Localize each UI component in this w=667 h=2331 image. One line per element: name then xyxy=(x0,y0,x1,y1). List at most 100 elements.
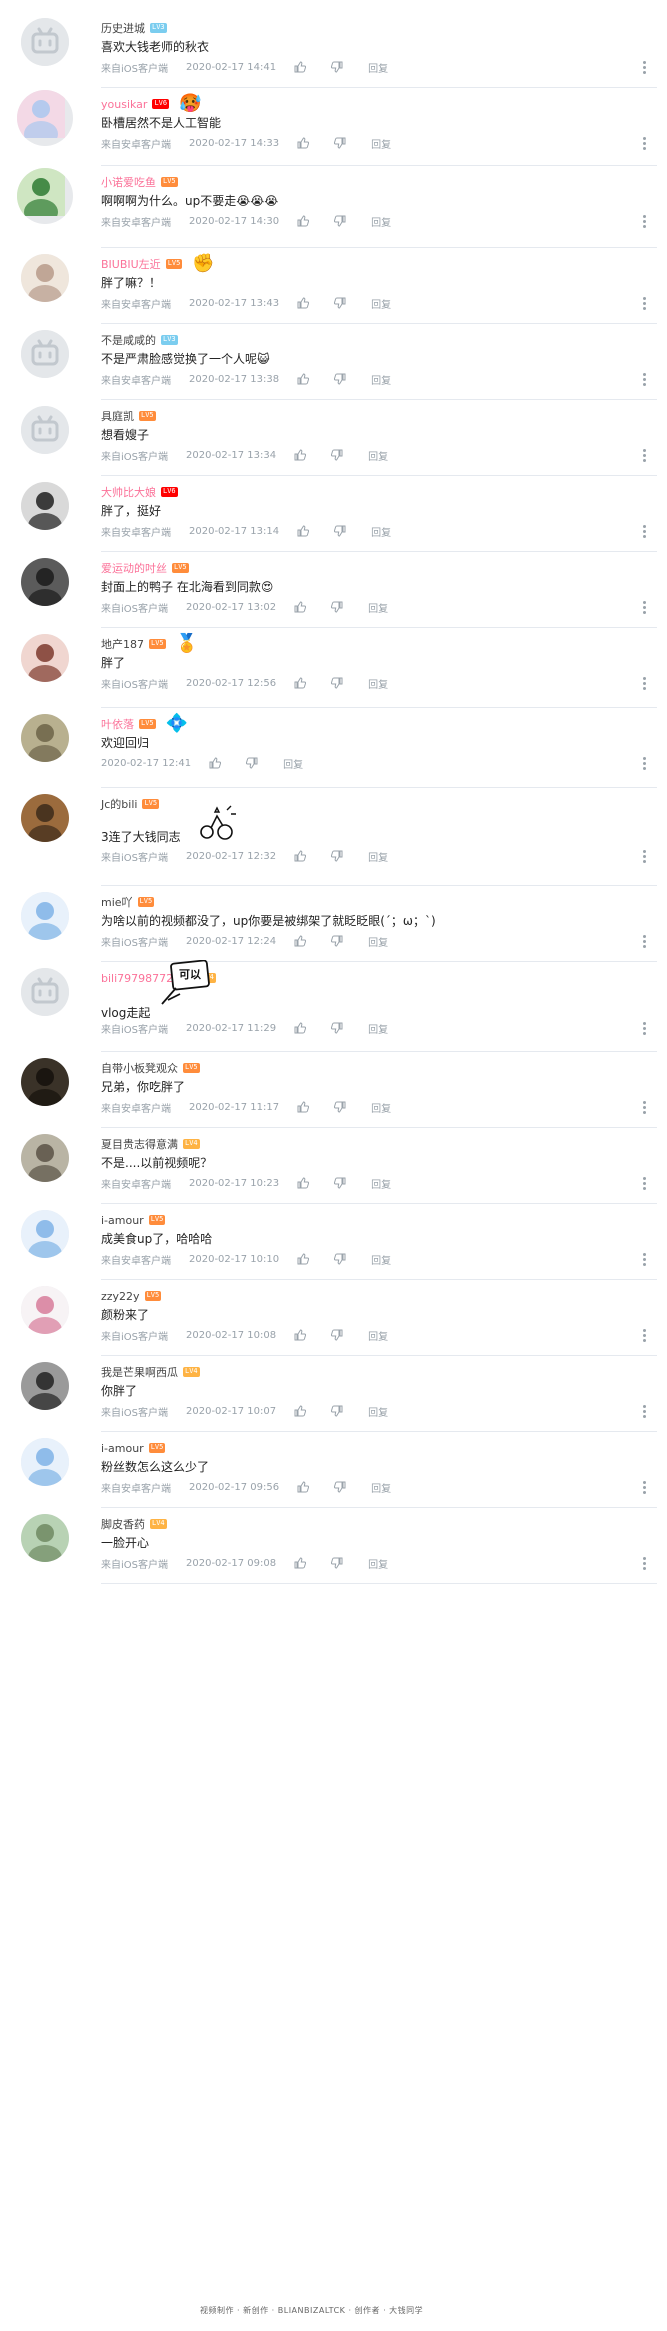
reply-button[interactable]: 回复 xyxy=(368,1404,388,1419)
dislike-button[interactable] xyxy=(331,1557,343,1569)
reply-button[interactable]: 回复 xyxy=(368,1556,388,1571)
like-button[interactable] xyxy=(297,1253,310,1265)
like-button[interactable] xyxy=(294,677,307,689)
more-options-icon[interactable] xyxy=(641,1556,647,1572)
user-avatar[interactable] xyxy=(21,1134,69,1182)
like-button[interactable] xyxy=(297,525,310,537)
reply-button[interactable]: 回复 xyxy=(368,1328,388,1343)
dislike-button[interactable] xyxy=(331,1022,343,1034)
user-avatar[interactable] xyxy=(21,1058,69,1106)
like-button[interactable] xyxy=(294,1557,307,1569)
dislike-button[interactable] xyxy=(331,1405,343,1417)
like-button[interactable] xyxy=(297,215,310,227)
reply-button[interactable]: 回复 xyxy=(368,1021,388,1036)
dislike-button[interactable] xyxy=(331,449,343,461)
dislike-button[interactable] xyxy=(331,1329,343,1341)
user-avatar[interactable] xyxy=(21,558,69,606)
user-avatar[interactable] xyxy=(21,714,69,762)
like-button[interactable] xyxy=(297,373,310,385)
username[interactable]: 不是咸咸的 xyxy=(101,332,156,348)
username[interactable]: mie吖 xyxy=(101,894,133,910)
more-options-icon[interactable] xyxy=(641,524,647,540)
more-options-icon[interactable] xyxy=(641,448,647,464)
dislike-button[interactable] xyxy=(331,935,343,947)
username[interactable]: 夏目贵志得意满 xyxy=(101,1136,178,1152)
like-button[interactable] xyxy=(294,61,307,73)
more-options-icon[interactable] xyxy=(641,60,647,76)
username[interactable]: 脚皮香药 xyxy=(101,1516,145,1532)
user-avatar[interactable] xyxy=(21,406,69,454)
reply-button[interactable]: 回复 xyxy=(368,934,388,949)
reply-button[interactable]: 回复 xyxy=(368,676,388,691)
username[interactable]: 小诺爱吃鱼 xyxy=(101,174,156,190)
user-avatar[interactable] xyxy=(21,330,69,378)
user-avatar[interactable] xyxy=(21,482,69,530)
dislike-button[interactable] xyxy=(334,1101,346,1113)
dislike-button[interactable] xyxy=(331,61,343,73)
like-button[interactable] xyxy=(294,449,307,461)
dislike-button[interactable] xyxy=(334,1177,346,1189)
username[interactable]: 地产187 xyxy=(101,636,144,652)
username[interactable]: 具庭凯 xyxy=(101,408,134,424)
username[interactable]: Jc的bili xyxy=(101,796,137,812)
reply-button[interactable]: 回复 xyxy=(371,136,391,151)
username[interactable]: 自带小板凳观众 xyxy=(101,1060,178,1076)
dislike-button[interactable] xyxy=(331,677,343,689)
dislike-button[interactable] xyxy=(334,137,346,149)
like-button[interactable] xyxy=(294,1022,307,1034)
dislike-button[interactable] xyxy=(334,1481,346,1493)
dislike-button[interactable] xyxy=(334,297,346,309)
user-avatar[interactable] xyxy=(21,1286,69,1334)
user-avatar[interactable] xyxy=(21,794,69,842)
username[interactable]: yousikar xyxy=(101,98,147,111)
reply-button[interactable]: 回复 xyxy=(371,524,391,539)
more-options-icon[interactable] xyxy=(641,756,647,772)
like-button[interactable] xyxy=(294,935,307,947)
more-options-icon[interactable] xyxy=(641,296,647,312)
reply-button[interactable]: 回复 xyxy=(283,756,303,771)
more-options-icon[interactable] xyxy=(641,849,647,865)
dislike-button[interactable] xyxy=(331,850,343,862)
dislike-button[interactable] xyxy=(334,1253,346,1265)
more-options-icon[interactable] xyxy=(641,600,647,616)
username[interactable]: BIUBIU左近 xyxy=(101,256,161,272)
username[interactable]: 历史进城 xyxy=(101,20,145,36)
reply-button[interactable]: 回复 xyxy=(368,600,388,615)
user-avatar[interactable] xyxy=(21,634,69,682)
more-options-icon[interactable] xyxy=(641,676,647,692)
reply-button[interactable]: 回复 xyxy=(371,1100,391,1115)
username[interactable]: 大帅比大娘 xyxy=(101,484,156,500)
more-options-icon[interactable] xyxy=(641,1176,647,1192)
dislike-button[interactable] xyxy=(331,601,343,613)
dislike-button[interactable] xyxy=(334,373,346,385)
user-avatar[interactable] xyxy=(21,968,69,1016)
like-button[interactable] xyxy=(297,1177,310,1189)
more-options-icon[interactable] xyxy=(641,1252,647,1268)
more-options-icon[interactable] xyxy=(641,136,647,152)
username[interactable]: 爱运动的吋丝 xyxy=(101,560,167,576)
dislike-button[interactable] xyxy=(334,215,346,227)
more-options-icon[interactable] xyxy=(641,1021,647,1037)
user-avatar[interactable] xyxy=(21,1438,69,1486)
reply-button[interactable]: 回复 xyxy=(371,372,391,387)
reply-button[interactable]: 回复 xyxy=(368,849,388,864)
more-options-icon[interactable] xyxy=(641,372,647,388)
dislike-button[interactable] xyxy=(334,525,346,537)
reply-button[interactable]: 回复 xyxy=(371,1480,391,1495)
reply-button[interactable]: 回复 xyxy=(371,1252,391,1267)
like-button[interactable] xyxy=(209,757,222,769)
reply-button[interactable]: 回复 xyxy=(368,448,388,463)
reply-button[interactable]: 回复 xyxy=(371,296,391,311)
username[interactable]: 叶依落 xyxy=(101,716,134,732)
reply-button[interactable]: 回复 xyxy=(371,214,391,229)
user-avatar[interactable] xyxy=(21,1362,69,1410)
more-options-icon[interactable] xyxy=(641,1480,647,1496)
username[interactable]: 我是芒果啊西瓜 xyxy=(101,1364,178,1380)
more-options-icon[interactable] xyxy=(641,1404,647,1420)
like-button[interactable] xyxy=(294,1405,307,1417)
reply-button[interactable]: 回复 xyxy=(371,1176,391,1191)
more-options-icon[interactable] xyxy=(641,1328,647,1344)
user-avatar[interactable] xyxy=(21,1514,69,1562)
like-button[interactable] xyxy=(294,601,307,613)
more-options-icon[interactable] xyxy=(641,934,647,950)
